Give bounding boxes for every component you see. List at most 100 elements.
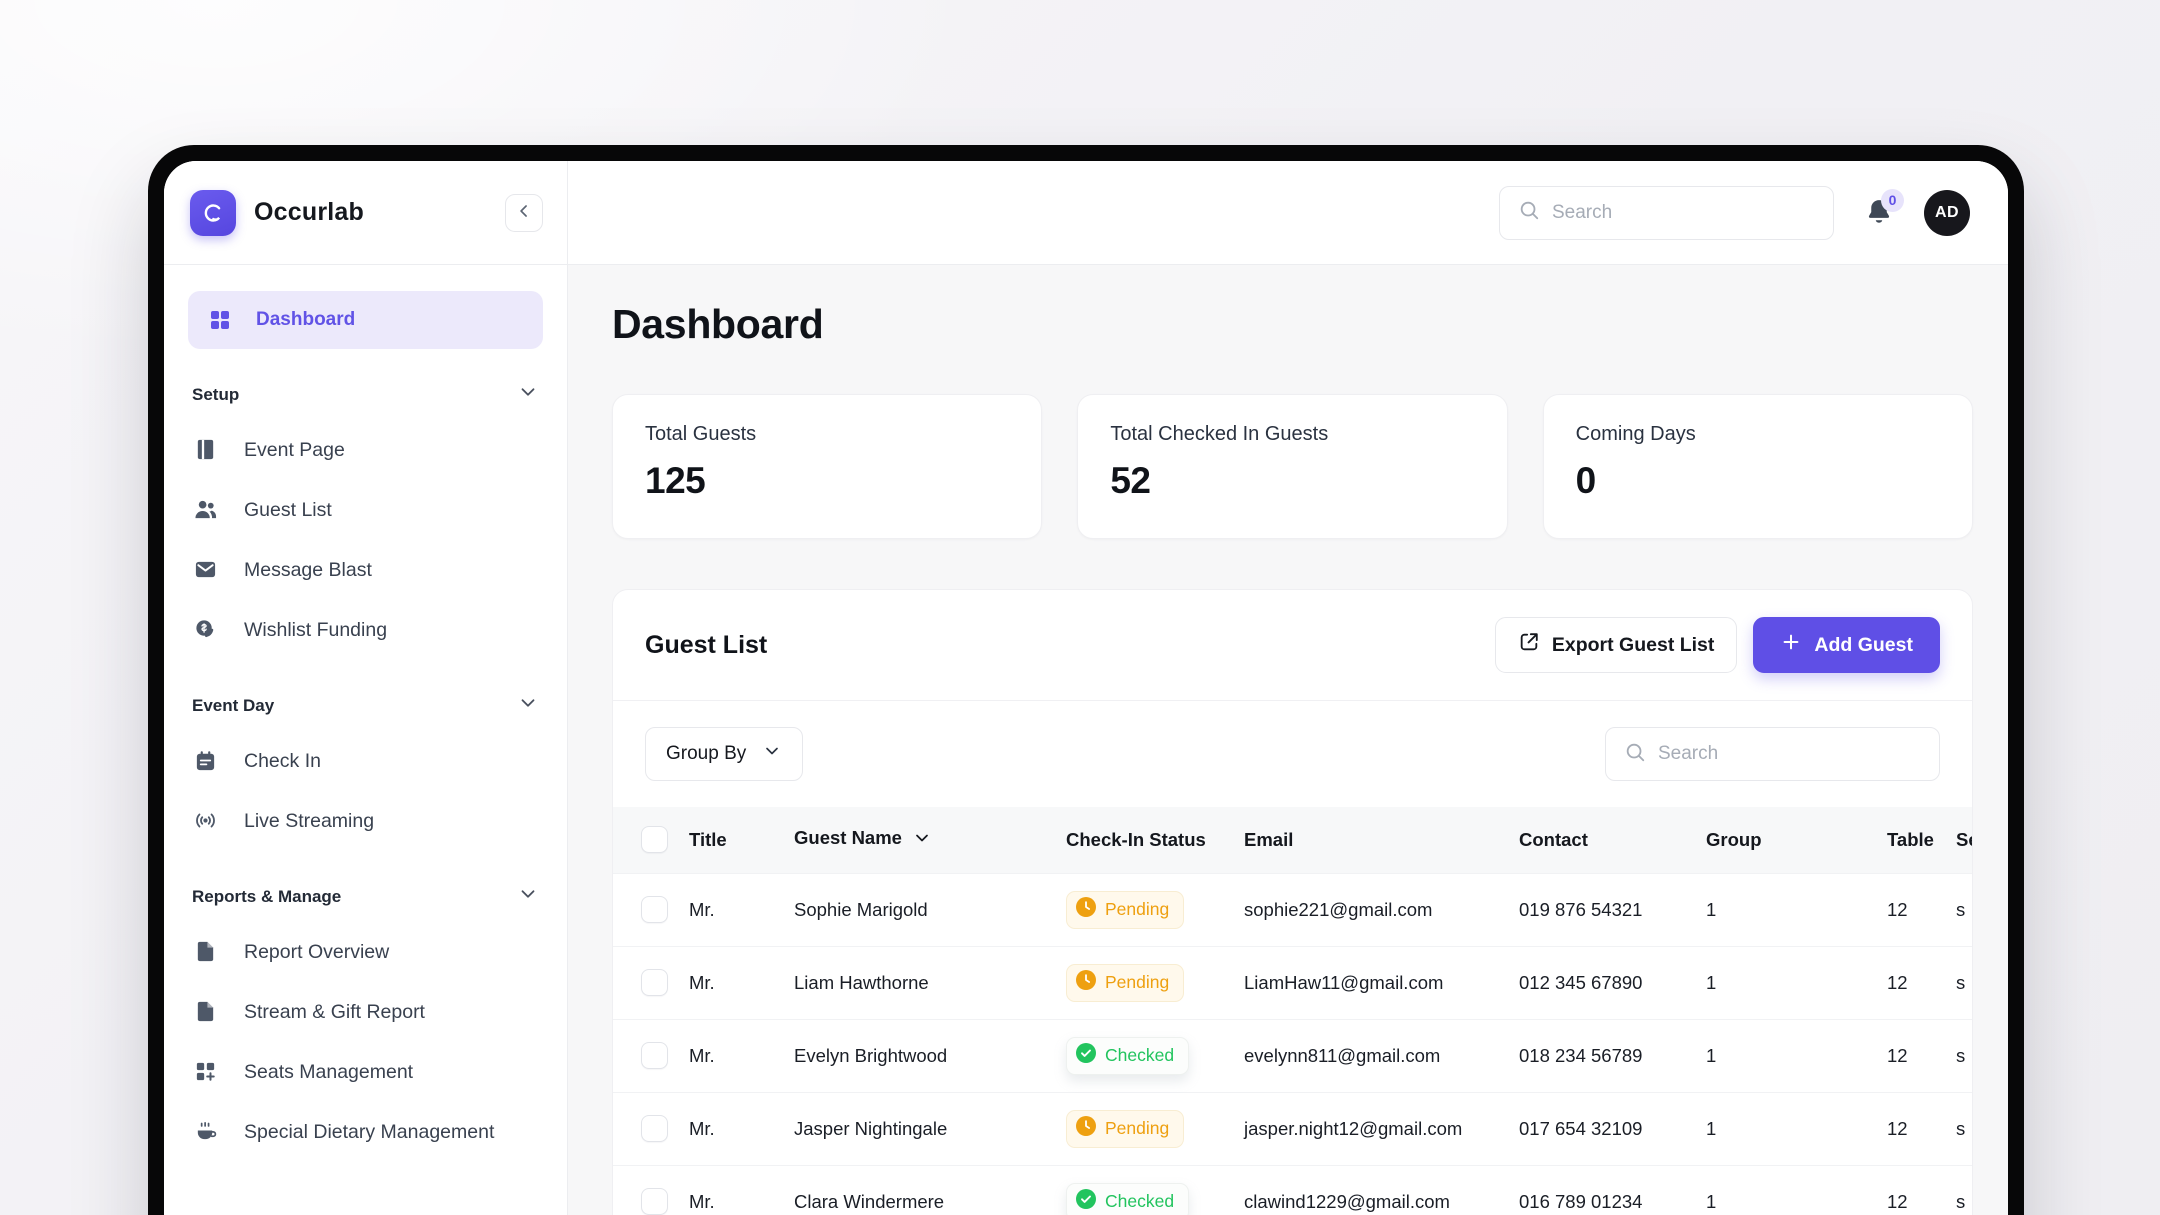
col-seat: Seat (1956, 807, 1972, 873)
sidebar-item-label: Dashboard (256, 309, 355, 331)
guest-list-title: Guest List (645, 631, 767, 660)
sort-chevron-icon (912, 831, 932, 852)
sidebar-nav: Dashboard Setup Event Page (164, 265, 567, 1188)
meal-icon (194, 1120, 218, 1144)
sidebar-item-wishlist-funding[interactable]: Wishlist Funding (188, 600, 543, 660)
stat-card-checked-in: Total Checked In Guests 52 (1077, 394, 1507, 539)
guest-search-input[interactable] (1658, 743, 1921, 765)
book-icon (194, 438, 218, 462)
group-by-select[interactable]: Group By (645, 727, 803, 781)
col-table: Table (1887, 807, 1956, 873)
chevron-down-icon (762, 741, 782, 767)
sidebar-item-stream-gift-report[interactable]: Stream & Gift Report (188, 982, 543, 1042)
sidebar-item-live-streaming[interactable]: Live Streaming (188, 791, 543, 851)
table-row: Mr. Sophie Marigold Pending sophie221@gm… (613, 873, 1972, 946)
sidebar-item-check-in[interactable]: Check In (188, 731, 543, 791)
sidebar-section-setup[interactable]: Setup (192, 381, 539, 408)
sidebar-section-event-day[interactable]: Event Day (192, 692, 539, 719)
guest-list-toolbar: Group By (613, 700, 1972, 807)
sidebar-item-guest-list[interactable]: Guest List (188, 480, 543, 540)
col-group: Group (1706, 807, 1887, 873)
search-icon (1624, 741, 1646, 768)
desktop-background: Occurlab Dashboard (0, 0, 2160, 1215)
status-badge: Pending (1066, 891, 1184, 929)
row-checkbox[interactable] (641, 1042, 668, 1069)
status-badge: Checked (1066, 1037, 1189, 1075)
chevron-left-icon (514, 201, 534, 224)
sidebar-item-dashboard[interactable]: Dashboard (188, 291, 543, 349)
row-checkbox[interactable] (641, 1188, 668, 1215)
check-circle-icon (1076, 1043, 1096, 1068)
export-icon (1518, 631, 1540, 659)
users-icon (194, 498, 218, 522)
sidebar-header: Occurlab (164, 161, 567, 265)
stat-value: 125 (645, 460, 1009, 502)
file-icon (194, 1000, 218, 1024)
sidebar-item-message-blast[interactable]: Message Blast (188, 540, 543, 600)
user-avatar[interactable]: AD (1924, 190, 1970, 236)
seats-grid-icon (194, 1060, 218, 1084)
table-header-row: Title Guest Name Check-In Status Email C… (613, 807, 1972, 873)
table-row: Mr. Jasper Nightingale Pending jasper.ni… (613, 1092, 1972, 1165)
add-guest-button[interactable]: Add Guest (1753, 617, 1940, 673)
table-row: Mr. Evelyn Brightwood Checked evelynn811… (613, 1019, 1972, 1092)
row-checkbox[interactable] (641, 896, 668, 923)
guest-table: Title Guest Name Check-In Status Email C… (613, 807, 1972, 1215)
row-checkbox[interactable] (641, 1115, 668, 1142)
sidebar-section-reports-manage[interactable]: Reports & Manage (192, 883, 539, 910)
search-icon (1518, 199, 1540, 226)
stat-card-coming-days: Coming Days 0 (1543, 394, 1973, 539)
col-email: Email (1244, 807, 1519, 873)
page-title: Dashboard (612, 301, 1973, 348)
clock-icon (1076, 897, 1096, 922)
sidebar-item-seats-management[interactable]: Seats Management (188, 1042, 543, 1102)
col-checkin-status: Check-In Status (1066, 807, 1244, 873)
broadcast-icon (194, 809, 218, 833)
topbar: 0 AD (568, 161, 2008, 265)
sidebar-item-event-page[interactable]: Event Page (188, 420, 543, 480)
plus-icon (1780, 631, 1802, 659)
app-title: Occurlab (254, 198, 364, 227)
status-badge: Checked (1066, 1183, 1189, 1215)
sidebar-item-report-overview[interactable]: Report Overview (188, 922, 543, 982)
main-content: Dashboard Total Guests 125 Total Checked… (568, 265, 2008, 1215)
chevron-down-icon (517, 381, 539, 408)
chevron-down-icon (517, 883, 539, 910)
file-icon (194, 940, 218, 964)
grid-icon (208, 308, 232, 332)
content-column: 0 AD Dashboard Total Guests 125 Total Ch… (568, 161, 2008, 1215)
row-checkbox[interactable] (641, 969, 668, 996)
stat-value: 0 (1576, 460, 1940, 502)
stat-value: 52 (1110, 460, 1474, 502)
app-window: Occurlab Dashboard (164, 161, 2008, 1215)
col-contact: Contact (1519, 807, 1706, 873)
stat-label: Coming Days (1576, 423, 1940, 446)
guest-search[interactable] (1605, 727, 1940, 781)
guest-list-panel: Guest List Export Guest List (612, 589, 1973, 1215)
table-row: Mr. Liam Hawthorne Pending LiamHaw11@gma… (613, 946, 1972, 1019)
sidebar-item-special-dietary[interactable]: Special Dietary Management (188, 1102, 543, 1162)
calendar-icon (194, 749, 218, 773)
col-guest-name[interactable]: Guest Name (794, 807, 1066, 873)
notification-count-badge: 0 (1881, 189, 1904, 212)
device-frame: Occurlab Dashboard (148, 145, 2024, 1215)
clock-icon (1076, 970, 1096, 995)
col-title: Title (689, 807, 794, 873)
sidebar-collapse-button[interactable] (505, 194, 543, 232)
select-all-checkbox[interactable] (641, 826, 668, 853)
guest-list-header: Guest List Export Guest List (613, 590, 1972, 700)
status-badge: Pending (1066, 1110, 1184, 1148)
chevron-down-icon (517, 692, 539, 719)
table-row: Mr. Clara Windermere Checked clawind1229… (613, 1165, 1972, 1215)
export-guest-list-button[interactable]: Export Guest List (1495, 617, 1738, 673)
clock-icon (1076, 1116, 1096, 1141)
global-search[interactable] (1499, 186, 1834, 240)
sidebar: Occurlab Dashboard (164, 161, 568, 1215)
global-search-input[interactable] (1552, 202, 1815, 224)
notifications-button[interactable]: 0 (1860, 193, 1898, 233)
stat-cards: Total Guests 125 Total Checked In Guests… (612, 394, 1973, 539)
mail-icon (194, 558, 218, 582)
stat-label: Total Guests (645, 423, 1009, 446)
occurlab-logo-icon (190, 190, 236, 236)
status-badge: Pending (1066, 964, 1184, 1002)
